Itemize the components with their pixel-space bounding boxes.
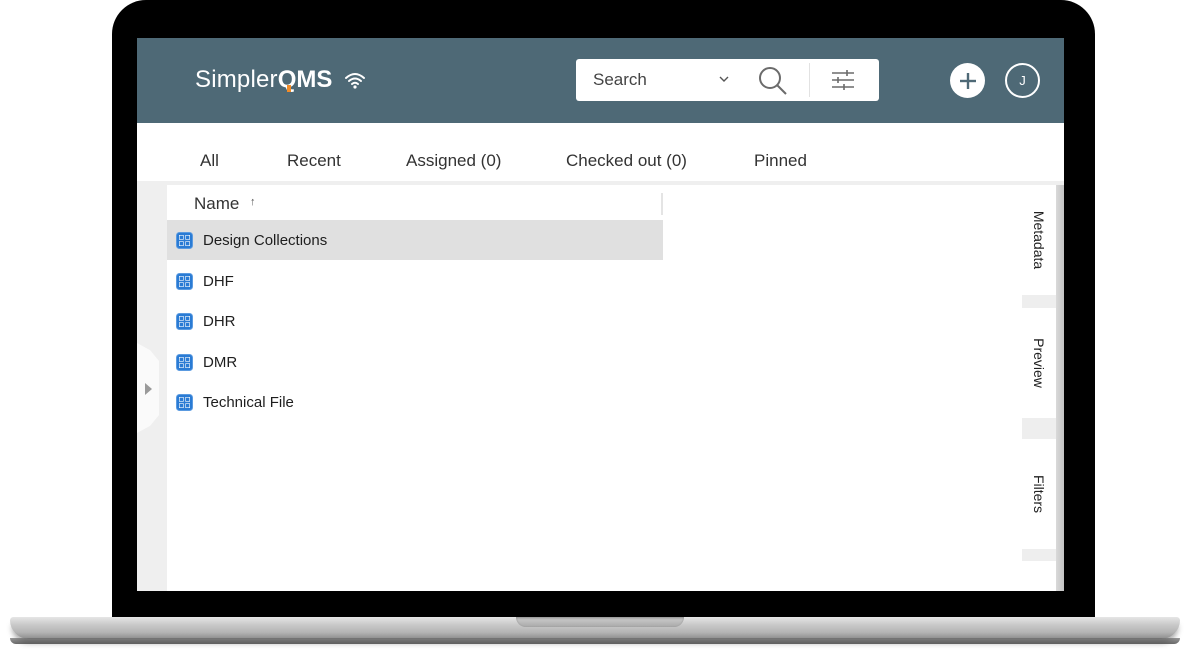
tab-recent[interactable]: Recent (287, 151, 341, 171)
plus-icon (959, 72, 976, 89)
side-tab-filters-label: Filters (1031, 474, 1047, 514)
details-area (663, 185, 1022, 591)
side-tab-preview-label: Preview (1031, 338, 1047, 388)
list-item-label: DHR (203, 312, 236, 330)
logo-accent-mark (286, 85, 291, 92)
view-grid-icon (176, 272, 193, 290)
list-item-label: Technical File (203, 393, 294, 411)
sliders-icon[interactable] (829, 68, 857, 92)
side-panel-edge (1056, 185, 1064, 591)
expand-left-panel-button[interactable] (137, 343, 159, 433)
search-box (576, 59, 879, 101)
column-header-name[interactable]: Name (194, 194, 239, 214)
list-item-label: DHF (203, 272, 234, 290)
caret-right-icon (145, 383, 152, 395)
side-tab-metadata[interactable]: Metadata (1022, 185, 1056, 295)
search-divider (809, 63, 810, 97)
app-logo[interactable]: Simpler QMS (195, 66, 366, 94)
side-tab-filters[interactable]: Filters (1022, 439, 1056, 549)
list-header: Name ↑ (167, 185, 663, 220)
tab-all[interactable]: All (200, 151, 219, 171)
laptop-opening-notch (516, 617, 684, 627)
list-item-label: Design Collections (203, 231, 328, 249)
app-screen: Simpler QMS Search J All Recent Assigned… (137, 38, 1064, 591)
app-header: Simpler QMS Search J (137, 38, 1064, 123)
list-item[interactable]: Design Collections (167, 220, 663, 260)
tab-checked-out[interactable]: Checked out (0) (566, 151, 687, 171)
list-item-label: DMR (203, 353, 238, 371)
view-grid-icon (176, 312, 193, 330)
left-panel-strip (137, 183, 167, 591)
list-item[interactable]: DMR (167, 342, 663, 382)
tab-pinned[interactable]: Pinned (754, 151, 807, 171)
view-tabs: All Recent Assigned (0) Checked out (0) … (137, 123, 1064, 183)
avatar-initial: J (1019, 73, 1026, 88)
list-item[interactable]: DHF (167, 261, 663, 301)
logo-text-qms: QMS (278, 66, 333, 94)
view-grid-icon (176, 393, 193, 411)
list-item[interactable]: Technical File (167, 382, 663, 422)
side-tab-extra[interactable] (1022, 561, 1056, 591)
add-button[interactable] (950, 63, 985, 98)
logo-text-simpler: Simpler (195, 66, 278, 93)
tab-assigned[interactable]: Assigned (0) (406, 151, 501, 171)
view-grid-icon (176, 231, 193, 249)
wifi-signal-icon (345, 73, 366, 89)
chevron-down-icon[interactable] (716, 71, 732, 87)
search-input[interactable] (593, 70, 713, 90)
magnifier-icon[interactable] (756, 64, 790, 98)
side-tab-metadata-label: Metadata (1031, 210, 1047, 270)
side-panel-tabs: Metadata Preview Filters (1022, 185, 1064, 591)
list-item[interactable]: DHR (167, 301, 663, 341)
side-tab-preview[interactable]: Preview (1022, 308, 1056, 418)
sort-ascending-icon[interactable]: ↑ (250, 196, 256, 208)
user-avatar[interactable]: J (1005, 63, 1040, 98)
object-list: Name ↑ Design Collections DHF DHR DMR Te… (167, 185, 663, 591)
view-grid-icon (176, 353, 193, 371)
